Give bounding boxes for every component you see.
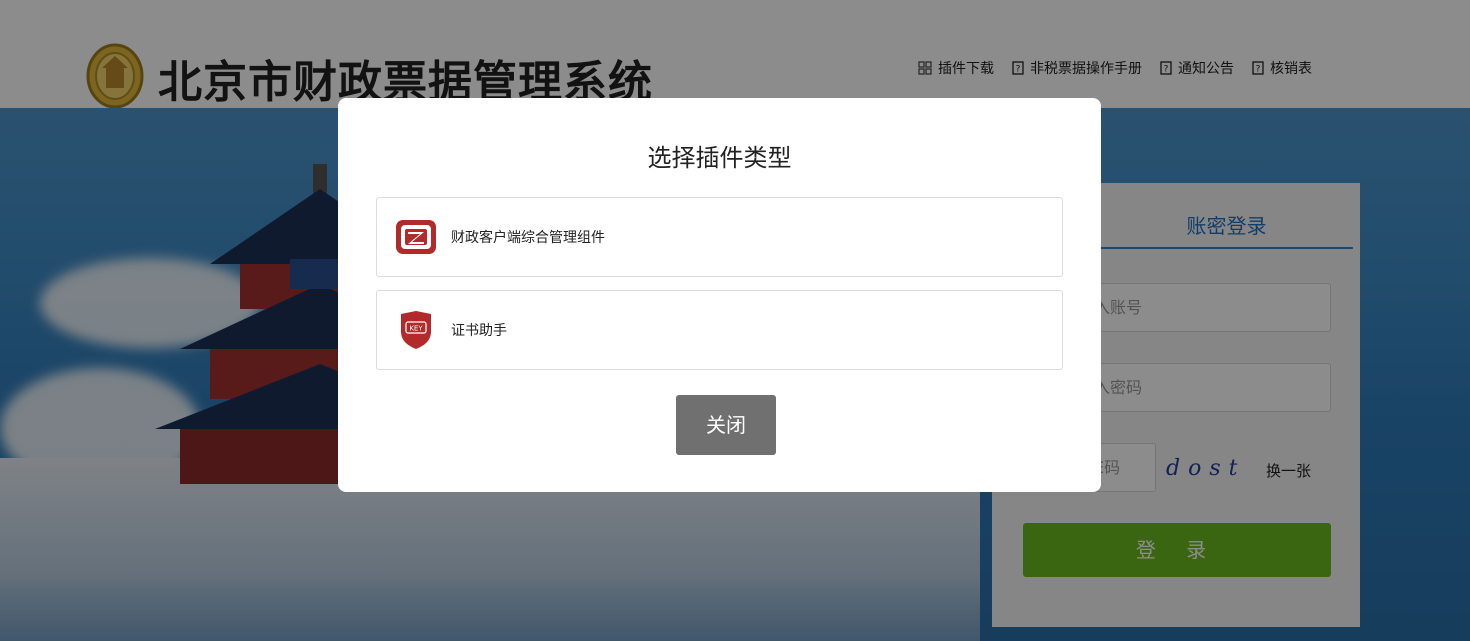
svg-text:KEY: KEY <box>409 325 423 333</box>
plugin-option-label: 财政客户端综合管理组件 <box>451 230 605 246</box>
plugin-option-label: 证书助手 <box>451 323 507 339</box>
ez-client-icon <box>395 216 437 258</box>
close-button[interactable]: 关闭 <box>676 395 776 455</box>
dialog-title: 选择插件类型 <box>647 144 792 172</box>
key-shield-icon: KEY <box>395 309 437 351</box>
plugin-type-dialog: 选择插件类型 财政客户端综合管理组件 KEY 证书助手 关闭 <box>338 98 1101 492</box>
plugin-option-cert-assistant[interactable]: KEY 证书助手 <box>376 290 1063 370</box>
plugin-option-finance-client[interactable]: 财政客户端综合管理组件 <box>376 197 1063 277</box>
